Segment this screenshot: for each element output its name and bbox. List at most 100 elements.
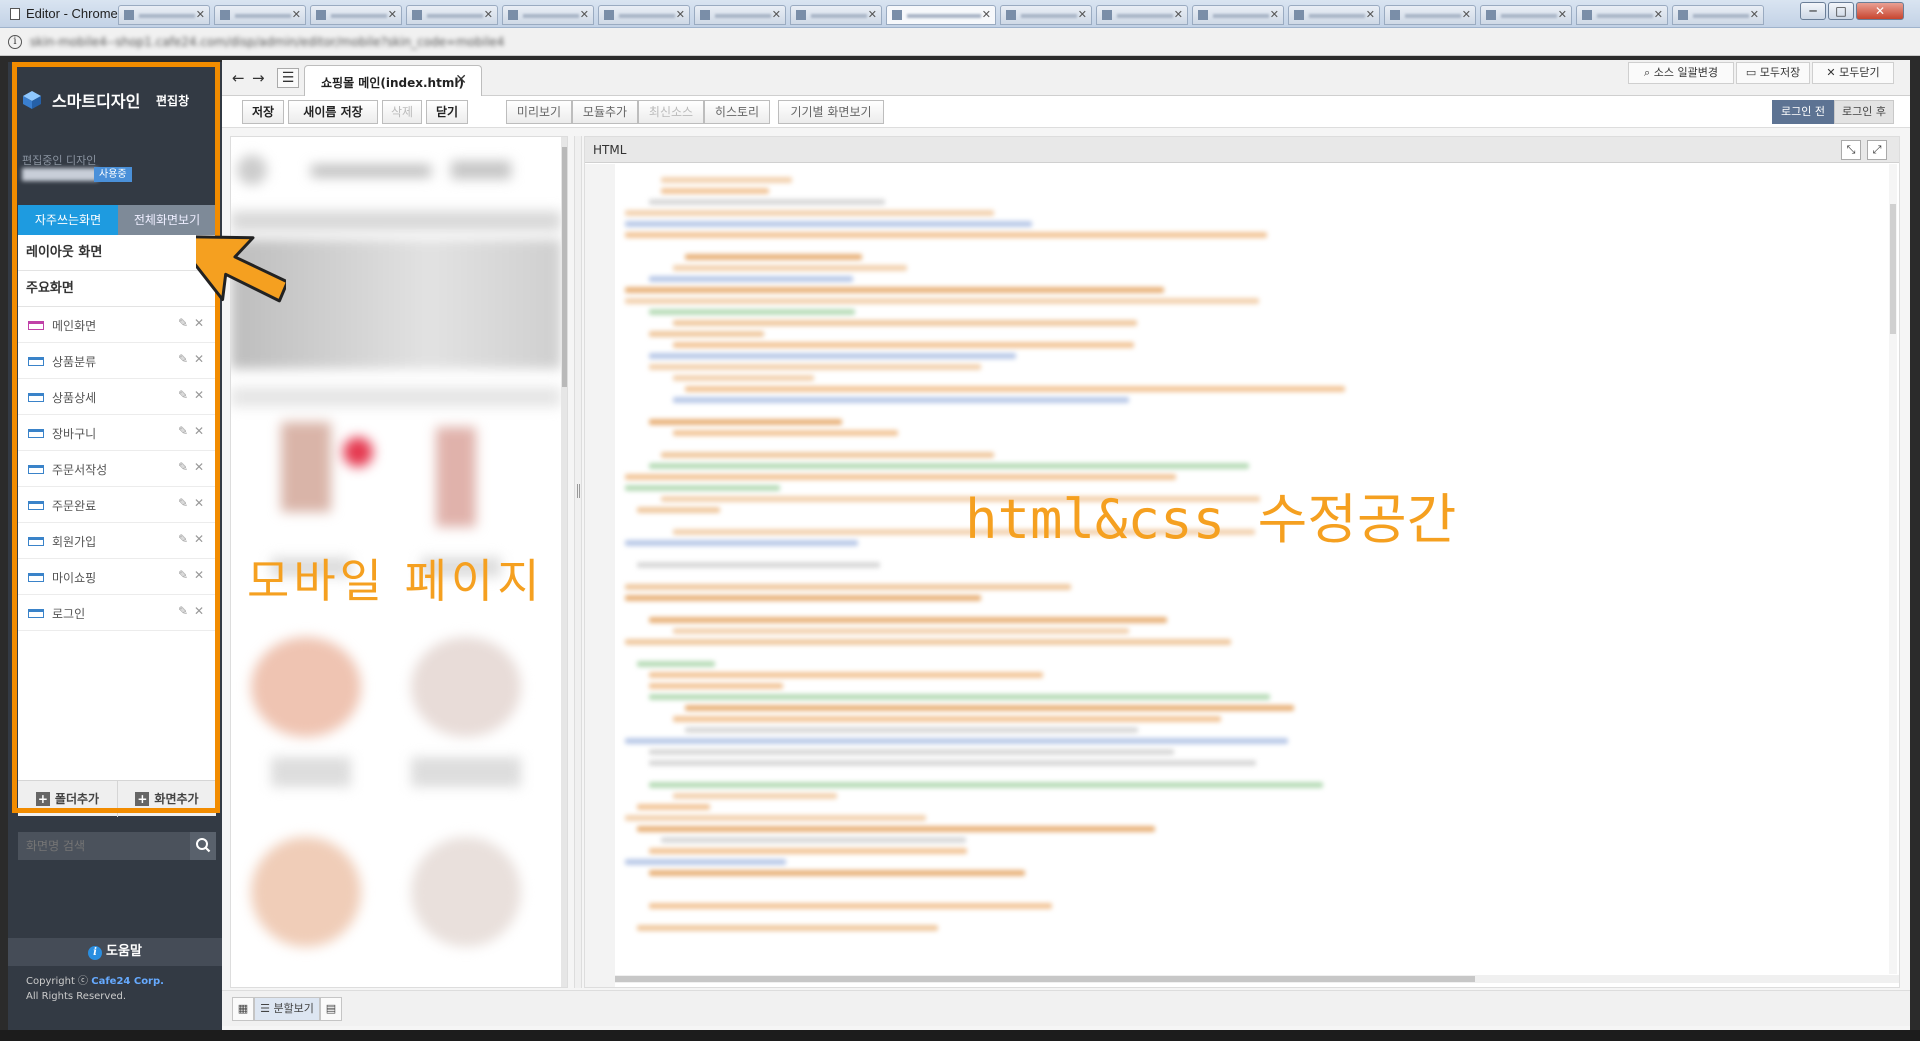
preview-scroll-thumb[interactable] bbox=[562, 147, 567, 387]
history-button[interactable]: 히스토리 bbox=[704, 100, 770, 124]
list-item[interactable]: 로그인 ✎ ✕ bbox=[18, 595, 216, 631]
browser-tab-active[interactable]: ✕ bbox=[886, 5, 996, 25]
preview-button[interactable]: 미리보기 bbox=[506, 100, 572, 124]
list-item[interactable]: 주문완료 ✎ ✕ bbox=[18, 487, 216, 523]
edit-icon[interactable]: ✎ bbox=[178, 532, 188, 546]
section-main-screens[interactable]: 주요화면 bbox=[18, 271, 216, 307]
pane-splitter[interactable] bbox=[574, 136, 582, 988]
list-item[interactable]: 상품분류 ✎ ✕ bbox=[18, 343, 216, 379]
split-view-button[interactable]: ☰ 분할보기 bbox=[254, 997, 320, 1021]
tab-frequent-screens[interactable]: 자주쓰는화면 bbox=[18, 205, 118, 235]
list-item[interactable]: 장바구니 ✎ ✕ bbox=[18, 415, 216, 451]
browser-tab[interactable]: ✕ bbox=[1480, 5, 1572, 25]
device-view-button[interactable]: 기기별 화면보기 bbox=[778, 100, 884, 124]
url-text[interactable]: skin-mobile4--shop1.cafe24.com/disp/admi… bbox=[30, 35, 504, 49]
login-after-toggle[interactable]: 로그인 후 bbox=[1834, 100, 1894, 124]
save-button[interactable]: 저장 bbox=[242, 100, 284, 124]
code-only-view-icon[interactable]: ▤ bbox=[320, 997, 342, 1021]
tab-index-html[interactable]: 쇼핑몰 메인(index.html) ✕ bbox=[304, 65, 482, 97]
file-list-icon[interactable]: ☰ bbox=[277, 68, 299, 88]
edit-icon[interactable]: ✎ bbox=[178, 388, 188, 402]
tab-close-icon[interactable]: ✕ bbox=[455, 72, 467, 88]
add-folder-button[interactable]: + 폴더추가 bbox=[18, 781, 117, 817]
screen-search-input[interactable] bbox=[18, 832, 190, 860]
delete-icon[interactable]: ✕ bbox=[194, 496, 204, 510]
code-hscroll-thumb[interactable] bbox=[615, 976, 1475, 982]
save-all-button[interactable]: ▭ 모두저장 bbox=[1736, 62, 1810, 84]
delete-icon[interactable]: ✕ bbox=[194, 568, 204, 582]
browser-tab[interactable]: ✕ bbox=[310, 5, 402, 25]
save-as-button[interactable]: 새이름 저장 bbox=[288, 100, 378, 124]
close-window-button[interactable]: ✕ bbox=[1856, 2, 1904, 20]
browser-tab[interactable]: ✕ bbox=[1384, 5, 1476, 25]
code-vscroll-thumb[interactable] bbox=[1890, 204, 1896, 334]
browser-tab[interactable]: ✕ bbox=[1576, 5, 1668, 25]
login-before-toggle[interactable]: 로그인 전 bbox=[1772, 100, 1834, 124]
edit-icon[interactable]: ✎ bbox=[178, 460, 188, 474]
source-batch-change-button[interactable]: ⌕ 소스 일괄변경 bbox=[1628, 62, 1734, 84]
code-line bbox=[661, 837, 966, 843]
close-button[interactable]: 닫기 bbox=[426, 100, 468, 124]
expand-icon[interactable]: ⤢ bbox=[1867, 140, 1887, 160]
code-vertical-scrollbar[interactable] bbox=[1889, 164, 1897, 974]
close-all-button[interactable]: ✕ 모두닫기 bbox=[1812, 62, 1894, 84]
preview-caption-blur bbox=[411, 757, 521, 787]
edit-icon[interactable]: ✎ bbox=[178, 316, 188, 330]
delete-icon[interactable]: ✕ bbox=[194, 424, 204, 438]
edit-icon[interactable]: ✎ bbox=[178, 496, 188, 510]
browser-tab[interactable]: ✕ bbox=[1096, 5, 1188, 25]
list-item[interactable]: 회원가입 ✎ ✕ bbox=[18, 523, 216, 559]
search-button[interactable] bbox=[190, 832, 216, 860]
browser-tab[interactable]: ✕ bbox=[1000, 5, 1092, 25]
browser-tab[interactable]: ✕ bbox=[214, 5, 306, 25]
edit-icon[interactable]: ✎ bbox=[178, 604, 188, 618]
edit-icon[interactable]: ✎ bbox=[178, 352, 188, 366]
code-line bbox=[673, 320, 1137, 326]
browser-tab[interactable]: ✕ bbox=[406, 5, 498, 25]
forward-arrow-icon[interactable]: → bbox=[252, 69, 265, 87]
browser-tab[interactable]: ✕ bbox=[598, 5, 690, 25]
splitter-grip-icon[interactable] bbox=[577, 484, 580, 498]
browser-tab[interactable]: ✕ bbox=[502, 5, 594, 25]
section-layout-screens[interactable]: 레이아웃 화면 bbox=[18, 235, 216, 271]
add-module-button[interactable]: 모듈추가 bbox=[572, 100, 638, 124]
latest-source-button[interactable]: 최신소스 bbox=[638, 100, 704, 124]
address-bar[interactable]: i skin-mobile4--shop1.cafe24.com/disp/ad… bbox=[0, 28, 1920, 56]
browser-tab[interactable]: ✕ bbox=[118, 5, 210, 25]
code-horizontal-scrollbar[interactable] bbox=[615, 975, 1899, 983]
edit-icon[interactable]: ✎ bbox=[178, 424, 188, 438]
maximize-button[interactable]: □ bbox=[1828, 2, 1854, 20]
preview-scrollbar[interactable] bbox=[561, 137, 567, 987]
delete-icon[interactable]: ✕ bbox=[194, 604, 204, 618]
edit-icon[interactable]: ✎ bbox=[178, 568, 188, 582]
delete-icon[interactable]: ✕ bbox=[194, 352, 204, 366]
grid-view-icon[interactable]: ▦ bbox=[232, 997, 254, 1021]
list-item[interactable]: 마이쇼핑 ✎ ✕ bbox=[18, 559, 216, 595]
browser-tab[interactable]: ✕ bbox=[790, 5, 882, 25]
delete-icon[interactable]: ✕ bbox=[194, 388, 204, 402]
minimize-button[interactable]: ─ bbox=[1800, 2, 1826, 20]
taskbar-strip bbox=[0, 1030, 1920, 1041]
add-screen-button[interactable]: + 화면추가 bbox=[117, 781, 216, 817]
editing-design-label: 편집중인 디자인 bbox=[22, 154, 97, 167]
browser-tab[interactable]: ✕ bbox=[694, 5, 786, 25]
code-line bbox=[673, 375, 814, 381]
browser-tab[interactable]: ✕ bbox=[1192, 5, 1284, 25]
editing-design-name[interactable] bbox=[22, 168, 98, 181]
list-item[interactable]: 상품상세 ✎ ✕ bbox=[18, 379, 216, 415]
list-item[interactable]: 주문서작성 ✎ ✕ bbox=[18, 451, 216, 487]
info-icon[interactable]: i bbox=[8, 35, 22, 49]
code-editor-pane[interactable]: HTML ⤡ ⤢ html&css 수정공간 bbox=[584, 136, 1900, 988]
split-view-label: 분할보기 bbox=[273, 1002, 314, 1015]
help-button[interactable]: i 도움말 bbox=[8, 938, 222, 966]
delete-button[interactable]: 삭제 bbox=[382, 100, 422, 124]
browser-tab[interactable]: ✕ bbox=[1672, 5, 1764, 25]
browser-tab[interactable]: ✕ bbox=[1288, 5, 1380, 25]
back-arrow-icon[interactable]: ← bbox=[232, 69, 245, 87]
collapse-icon[interactable]: ⤡ bbox=[1841, 140, 1861, 160]
list-item[interactable]: 메인화면 ✎ ✕ bbox=[18, 307, 216, 343]
screen-icon bbox=[28, 501, 44, 510]
delete-icon[interactable]: ✕ bbox=[194, 532, 204, 546]
preview-icons-blur bbox=[451, 161, 511, 179]
delete-icon[interactable]: ✕ bbox=[194, 460, 204, 474]
